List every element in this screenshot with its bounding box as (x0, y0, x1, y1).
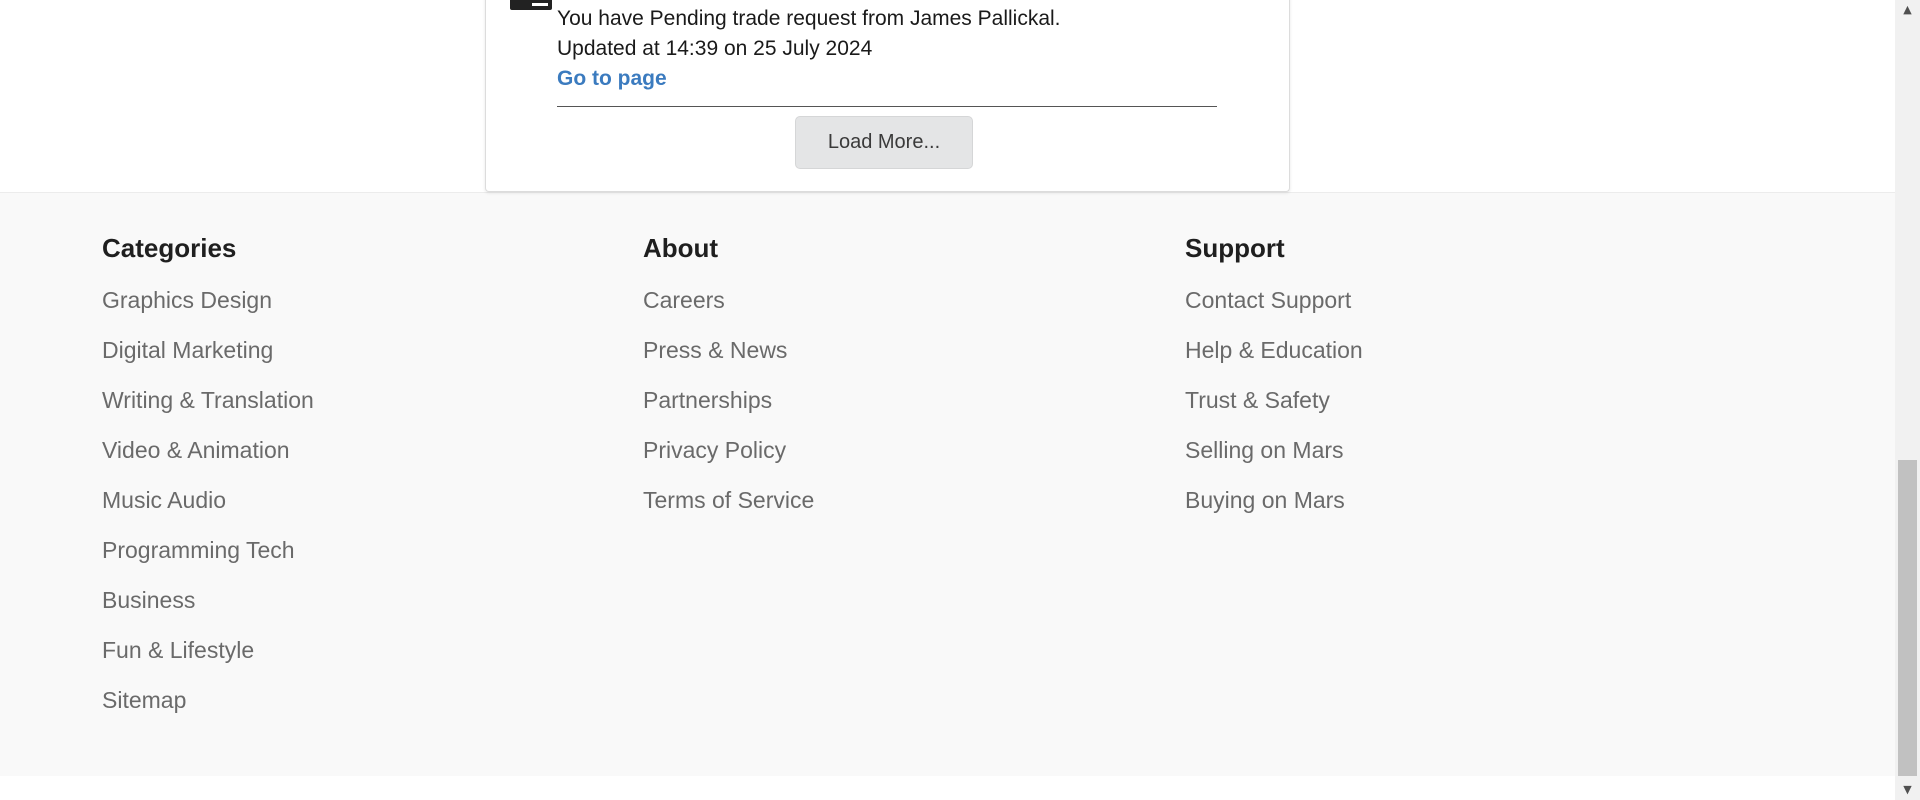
load-more-button[interactable]: Load More... (795, 116, 973, 169)
footer-link-video-animation[interactable]: Video & Animation (102, 435, 314, 485)
footer-link-selling-on-mars[interactable]: Selling on Mars (1185, 435, 1363, 485)
footer-link-graphics-design[interactable]: Graphics Design (102, 285, 314, 335)
page-bottom-area (0, 776, 1895, 800)
footer-column-categories: Categories Graphics Design Digital Marke… (102, 233, 314, 735)
footer-column-support: Support Contact Support Help & Education… (1185, 233, 1363, 535)
footer-link-careers[interactable]: Careers (643, 285, 814, 335)
footer-link-digital-marketing[interactable]: Digital Marketing (102, 335, 314, 385)
footer-column-about: About Careers Press & News Partnerships … (643, 233, 814, 535)
footer-link-contact-support[interactable]: Contact Support (1185, 285, 1363, 335)
footer-list-categories: Graphics Design Digital Marketing Writin… (102, 285, 314, 735)
footer-heading-about: About (643, 233, 719, 263)
scroll-up-arrow-icon[interactable]: ▲ (1895, 0, 1920, 20)
footer-link-trust-safety[interactable]: Trust & Safety (1185, 385, 1363, 435)
footer-link-privacy-policy[interactable]: Privacy Policy (643, 435, 814, 485)
notification-icon (510, 0, 552, 10)
footer-link-sitemap[interactable]: Sitemap (102, 685, 314, 735)
go-to-page-link[interactable]: Go to page (557, 64, 667, 94)
footer-link-fun-lifestyle[interactable]: Fun & Lifestyle (102, 635, 314, 685)
page-viewport: You have Pending trade request from Jame… (0, 0, 1895, 800)
footer-link-business[interactable]: Business (102, 585, 314, 635)
scrollbar-thumb[interactable] (1898, 460, 1917, 776)
footer-link-buying-on-mars[interactable]: Buying on Mars (1185, 485, 1363, 535)
footer: Categories Graphics Design Digital Marke… (0, 192, 1895, 777)
vertical-scrollbar[interactable]: ▲ ▼ (1895, 0, 1920, 800)
footer-link-terms-of-service[interactable]: Terms of Service (643, 485, 814, 535)
scroll-down-arrow-icon[interactable]: ▼ (1895, 780, 1920, 800)
notification-item: You have Pending trade request from Jame… (557, 4, 1217, 107)
footer-list-support: Contact Support Help & Education Trust &… (1185, 285, 1363, 535)
notification-message: You have Pending trade request from Jame… (557, 7, 1061, 30)
notification-card: You have Pending trade request from Jame… (485, 0, 1290, 192)
footer-link-music-audio[interactable]: Music Audio (102, 485, 314, 535)
footer-link-writing-translation[interactable]: Writing & Translation (102, 385, 314, 435)
footer-link-press-news[interactable]: Press & News (643, 335, 814, 385)
footer-link-help-education[interactable]: Help & Education (1185, 335, 1363, 385)
footer-heading-support: Support (1185, 233, 1285, 263)
footer-link-programming-tech[interactable]: Programming Tech (102, 535, 314, 585)
footer-heading-categories: Categories (102, 233, 237, 263)
notification-timestamp: Updated at 14:39 on 25 July 2024 (557, 37, 873, 60)
footer-list-about: Careers Press & News Partnerships Privac… (643, 285, 814, 535)
footer-link-partnerships[interactable]: Partnerships (643, 385, 814, 435)
